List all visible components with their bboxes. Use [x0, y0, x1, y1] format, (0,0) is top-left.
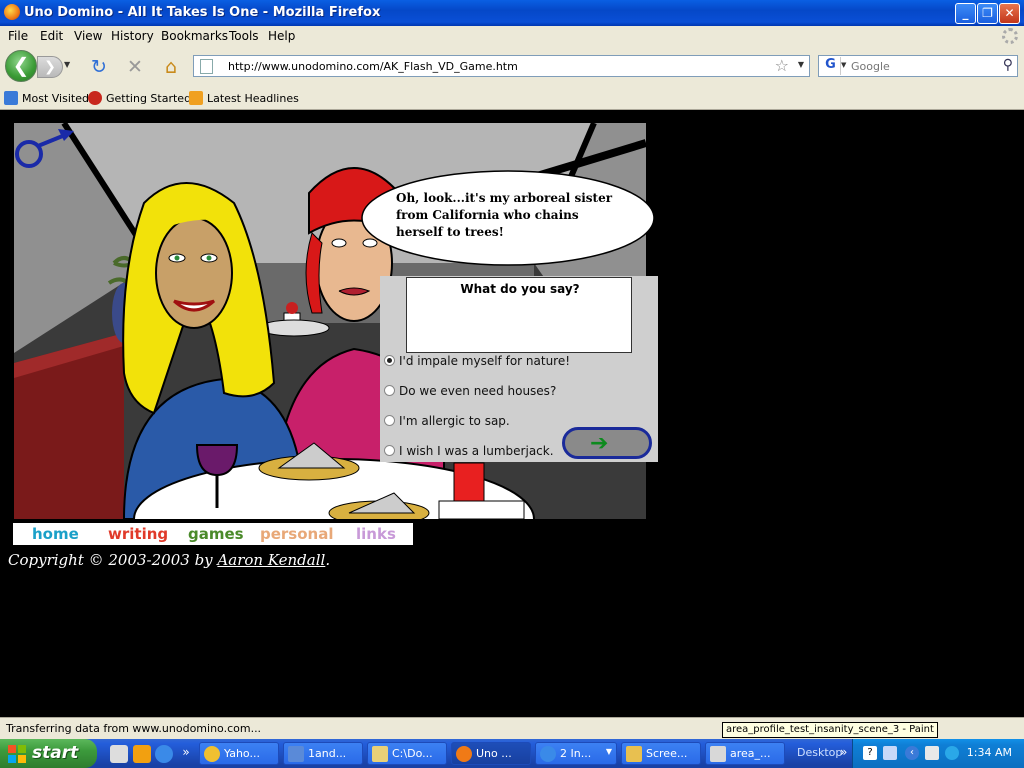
internet-explorer-icon[interactable]: [155, 745, 173, 763]
nav-link-personal[interactable]: personal: [260, 525, 333, 543]
page-icon: [200, 59, 213, 74]
author-link[interactable]: Aaron Kendall: [217, 551, 325, 569]
nav-link-links[interactable]: links: [356, 525, 396, 543]
stop-icon[interactable]: ✕: [124, 56, 146, 78]
bookmark-getting-started[interactable]: Getting Started: [88, 91, 191, 105]
folder-task-icon: [288, 746, 304, 762]
forward-button[interactable]: ❯: [37, 56, 63, 78]
restore-button[interactable]: ❐: [977, 3, 998, 24]
reload-icon[interactable]: ↻: [88, 56, 110, 78]
back-button[interactable]: ❮: [5, 50, 37, 82]
firefox-bookmark-icon: [88, 91, 102, 105]
toolbar-more-icon[interactable]: »: [840, 745, 847, 759]
right-arrow-icon: ➔: [590, 431, 609, 456]
history-dropdown-icon[interactable]: ▼: [64, 60, 76, 72]
group-dropdown-icon: ▼: [605, 747, 612, 756]
desktop-toolbar[interactable]: Desktop: [797, 746, 842, 759]
menu-help[interactable]: Help: [268, 29, 295, 43]
taskbar-tooltip: area_profile_test_insanity_scene_3 - Pai…: [722, 722, 938, 738]
browser-task-icon: [204, 746, 220, 762]
search-icon[interactable]: ⚲: [1003, 57, 1013, 73]
firefox-task-icon: [456, 746, 472, 762]
radio-button[interactable]: [384, 415, 395, 426]
tray-expand-icon[interactable]: ‹: [905, 746, 919, 760]
minimize-button[interactable]: _: [955, 3, 976, 24]
bookmark-most-visited[interactable]: Most Visited: [4, 91, 89, 105]
nav-link-writing[interactable]: writing: [108, 525, 168, 543]
radio-button[interactable]: [384, 445, 395, 456]
task-uno-domino[interactable]: Uno ...: [451, 742, 531, 765]
folder-task-icon: [626, 746, 642, 762]
network-icon[interactable]: [925, 746, 939, 760]
nav-link-home[interactable]: home: [32, 525, 79, 543]
rss-icon: [189, 91, 203, 105]
search-input[interactable]: [851, 58, 991, 74]
question-box: What do you say?: [406, 277, 632, 353]
menu-file[interactable]: File: [8, 29, 28, 43]
search-box[interactable]: G ▼ ⚲: [818, 55, 1018, 77]
menu-history[interactable]: History: [111, 29, 154, 43]
search-engine-dropdown-icon[interactable]: ▼: [841, 61, 846, 69]
nav-link-games[interactable]: games: [188, 525, 244, 543]
answer-option-2[interactable]: Do we even need houses?: [384, 384, 556, 398]
menu-tools[interactable]: Tools: [229, 29, 259, 43]
menu-view[interactable]: View: [74, 29, 102, 43]
url-text[interactable]: http://www.unodomino.com/AK_Flash_VD_Gam…: [228, 60, 518, 73]
task-internet-explorer[interactable]: 2 In... ▼: [535, 742, 617, 765]
volume-icon[interactable]: [883, 746, 897, 760]
url-bar[interactable]: http://www.unodomino.com/AK_Flash_VD_Gam…: [193, 55, 810, 77]
notepad-task-icon: [372, 746, 388, 762]
messenger-icon[interactable]: [133, 745, 151, 763]
system-tray: ? ‹ 1:34 AM: [852, 739, 1024, 768]
question-dialog: What do you say? I'd impale myself for n…: [380, 276, 658, 462]
windows-logo-icon: [8, 745, 26, 763]
home-icon[interactable]: ⌂: [160, 56, 182, 78]
bookmark-star-icon[interactable]: ☆: [775, 56, 789, 75]
question-title: What do you say?: [460, 282, 580, 296]
speech-bubble-text: Oh, look...it's my arboreal sister from …: [396, 191, 613, 239]
quicklaunch-more-icon[interactable]: »: [177, 745, 195, 763]
firefox-icon: [4, 4, 20, 20]
window-title: Uno Domino - All It Takes Is One - Mozil…: [24, 5, 381, 20]
paint-task-icon: [710, 746, 726, 762]
url-dropdown-icon[interactable]: ▼: [798, 60, 804, 69]
antivirus-icon[interactable]: [945, 746, 959, 760]
google-engine-icon[interactable]: G: [821, 57, 841, 75]
menu-bookmarks[interactable]: Bookmarks: [161, 29, 228, 43]
task-c-drive[interactable]: C:\Do...: [367, 742, 447, 765]
throbber-icon: [1002, 28, 1018, 44]
radio-button-selected[interactable]: [384, 355, 395, 366]
status-text: Transferring data from www.unodomino.com…: [6, 722, 262, 735]
bookmark-latest-headlines[interactable]: Latest Headlines: [189, 91, 299, 105]
windows-taskbar: start » Yaho... 1and... C:\Do... Uno ...…: [0, 739, 1024, 768]
quicklaunch-icon[interactable]: [110, 745, 128, 763]
close-button[interactable]: ✕: [999, 3, 1020, 24]
bookmarks-toolbar: Most Visited Getting Started Latest Head…: [0, 86, 1024, 110]
answer-option-4[interactable]: I wish I was a lumberjack.: [384, 444, 554, 458]
most-visited-icon: [4, 91, 18, 105]
task-paint[interactable]: area_...: [705, 742, 785, 765]
ie-task-icon: [540, 746, 556, 762]
task-screenshots[interactable]: Scree...: [621, 742, 701, 765]
navigation-toolbar: ❮ ❯ ▼ ↻ ✕ ⌂ http://www.unodomino.com/AK_…: [0, 46, 1024, 86]
site-nav-links: home writing games personal links: [13, 523, 413, 545]
menu-edit[interactable]: Edit: [40, 29, 63, 43]
answer-option-1[interactable]: I'd impale myself for nature!: [384, 354, 570, 368]
task-yahoo[interactable]: Yaho...: [199, 742, 279, 765]
window-title-bar[interactable]: Uno Domino - All It Takes Is One - Mozil…: [0, 0, 1024, 26]
start-button[interactable]: start: [0, 739, 97, 768]
next-button[interactable]: ➔: [562, 427, 652, 459]
menu-bar: File Edit View History Bookmarks Tools H…: [0, 26, 1024, 46]
radio-button[interactable]: [384, 385, 395, 396]
taskbar-clock[interactable]: 1:34 AM: [967, 746, 1012, 759]
copyright-notice: Copyright © 2003-2003 by Aaron Kendall.: [8, 551, 331, 569]
help-icon[interactable]: ?: [863, 746, 877, 760]
answer-option-3[interactable]: I'm allergic to sap.: [384, 414, 510, 428]
task-1and[interactable]: 1and...: [283, 742, 363, 765]
